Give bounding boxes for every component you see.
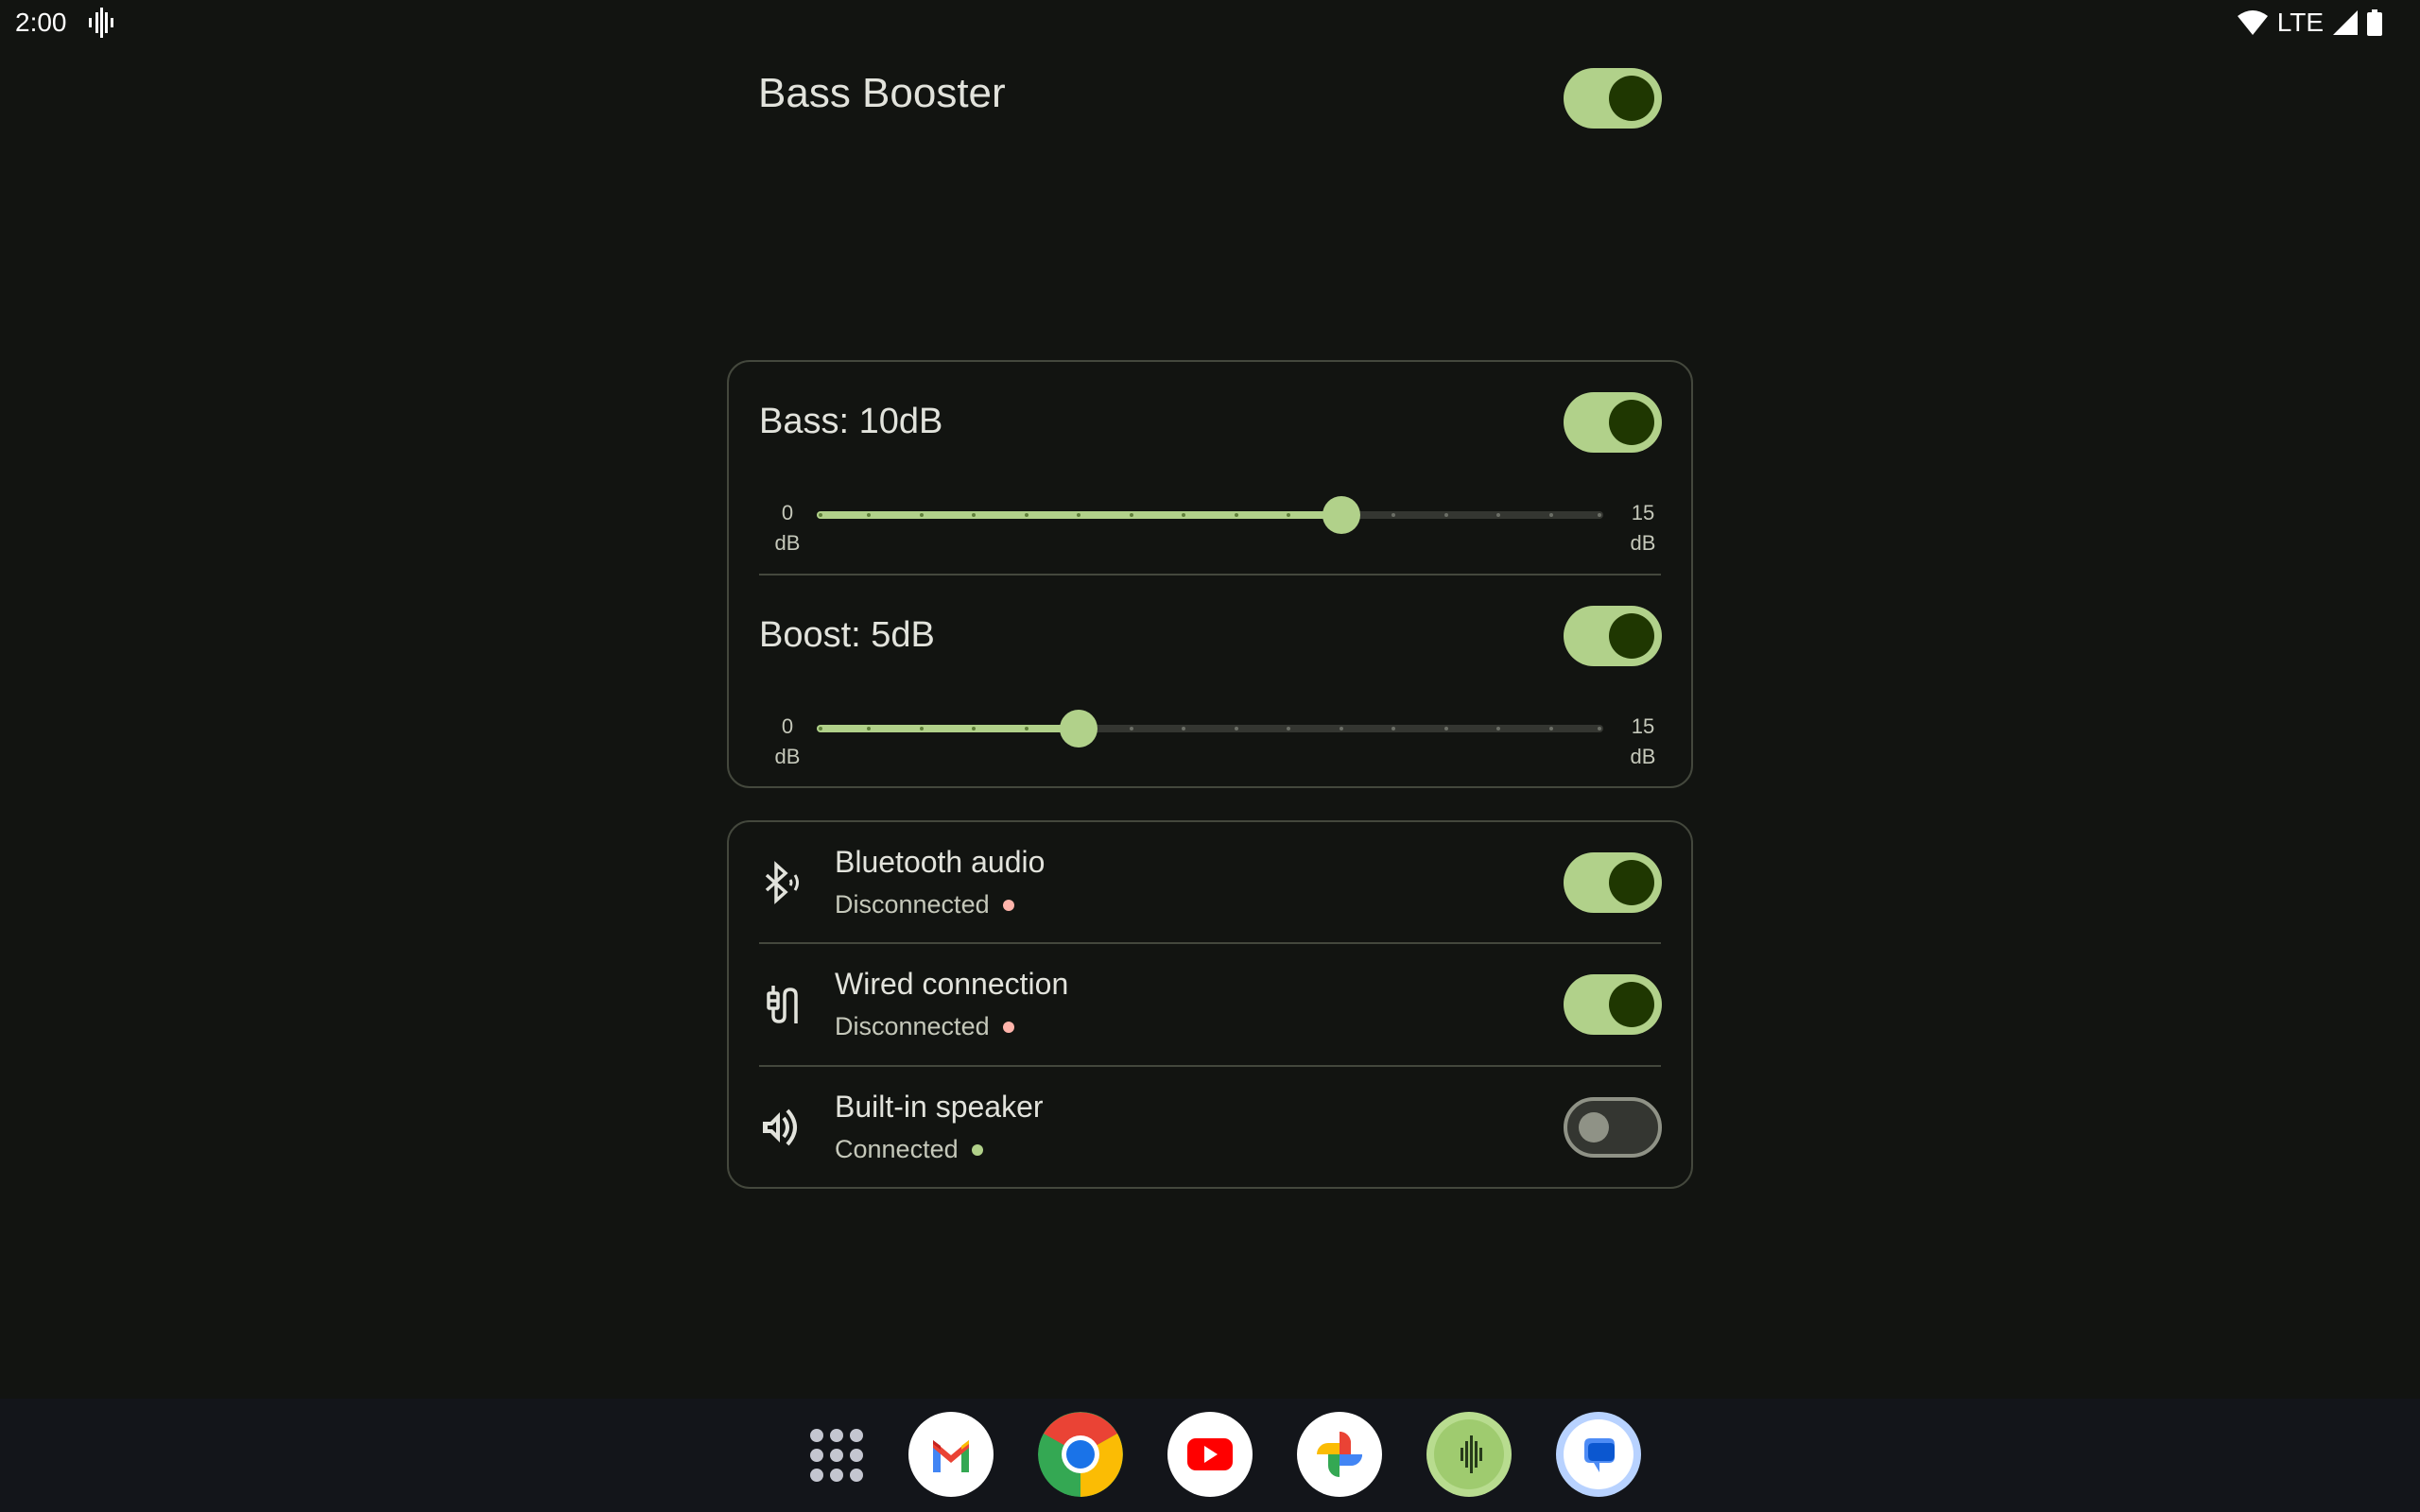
- wired-connection-switch[interactable]: [1564, 974, 1662, 1035]
- slider-tick: [1234, 727, 1238, 730]
- output-title: Built-in speaker: [835, 1090, 1044, 1124]
- switch-knob: [1609, 400, 1654, 445]
- slider-thumb[interactable]: [1060, 710, 1098, 747]
- status-time: 2:00: [15, 8, 67, 37]
- slider-fill: [817, 725, 1080, 732]
- status-dot: [1002, 899, 1014, 911]
- status-dot: [1002, 1021, 1014, 1033]
- chrome-app-icon[interactable]: [1038, 1412, 1123, 1497]
- bass-switch[interactable]: [1564, 392, 1662, 453]
- boost-max-label: 15 dB: [1630, 714, 1656, 768]
- bass-min-label: 0 dB: [774, 501, 801, 555]
- switch-knob: [1609, 982, 1654, 1027]
- bass-booster-master-switch[interactable]: [1564, 68, 1662, 129]
- slider-tick: [919, 727, 924, 730]
- output-row-wired[interactable]: Wired connection Disconnected: [729, 944, 1691, 1065]
- google-photos-app-icon[interactable]: [1297, 1412, 1382, 1497]
- output-status: Connected: [835, 1135, 983, 1164]
- network-type-label: LTE: [2276, 8, 2324, 37]
- switch-knob: [1609, 860, 1654, 905]
- taskbar-dock: [0, 1399, 2420, 1512]
- youtube-app-icon[interactable]: [1167, 1412, 1253, 1497]
- slider-tick: [1339, 727, 1343, 730]
- app-drawer-button[interactable]: [797, 1412, 882, 1497]
- slider-tick: [1129, 727, 1133, 730]
- boost-switch[interactable]: [1564, 606, 1662, 666]
- slider-tick: [1548, 727, 1553, 730]
- boost-label: Boost: 5dB: [759, 615, 935, 655]
- slider-tick: [819, 513, 822, 517]
- slider-tick: [819, 727, 822, 730]
- audio-waveform-icon: [89, 8, 113, 38]
- switch-knob: [1609, 613, 1654, 659]
- wifi-icon: [2237, 10, 2268, 35]
- status-icons: LTE: [2237, 8, 2382, 38]
- boost-min-label: 0 dB: [774, 714, 801, 768]
- slider-thumb[interactable]: [1322, 496, 1360, 534]
- slider-tick: [919, 513, 924, 517]
- status-bar: 2:00 LTE: [0, 0, 2420, 45]
- audio-output-card: Bluetooth audio Disconnected Wired conne…: [727, 820, 1693, 1189]
- slider-tick: [1129, 513, 1133, 517]
- equalizer-card: Bass: 10dB 0 dB 15 dB Boost: 5dB 0 dB 15 dB: [727, 360, 1693, 788]
- bass-booster-app-icon[interactable]: [1426, 1412, 1512, 1497]
- output-row-bluetooth[interactable]: Bluetooth audio Disconnected: [729, 822, 1691, 943]
- slider-tick: [1024, 513, 1028, 517]
- slider-tick: [1548, 513, 1553, 517]
- speaker-icon: [763, 1108, 797, 1146]
- divider: [759, 574, 1661, 576]
- bass-label: Bass: 10dB: [759, 402, 943, 441]
- battery-icon: [2367, 9, 2382, 36]
- slider-tick: [1024, 727, 1028, 730]
- cell-signal-icon: [2333, 10, 2358, 35]
- messages-app-icon[interactable]: [1556, 1412, 1641, 1497]
- page-title: Bass Booster: [758, 70, 1006, 116]
- built-in-speaker-switch[interactable]: [1564, 1097, 1662, 1158]
- wired-connection-icon: [767, 986, 798, 1023]
- bass-max-label: 15 dB: [1630, 501, 1656, 555]
- output-status: Disconnected: [835, 1012, 1014, 1041]
- bass-slider[interactable]: [817, 487, 1603, 543]
- slider-tick: [1443, 727, 1448, 730]
- slider-tick: [1598, 727, 1601, 730]
- output-row-speaker[interactable]: Built-in speaker Connected: [729, 1067, 1691, 1188]
- bluetooth-audio-icon: [765, 861, 799, 904]
- switch-knob: [1579, 1112, 1609, 1143]
- switch-knob: [1609, 76, 1654, 121]
- bluetooth-audio-switch[interactable]: [1564, 852, 1662, 913]
- slider-tick: [1598, 513, 1601, 517]
- status-dot: [971, 1143, 983, 1156]
- gmail-app-icon[interactable]: [908, 1412, 994, 1497]
- slider-tick: [1234, 513, 1238, 517]
- output-title: Wired connection: [835, 967, 1069, 1001]
- slider-tick: [1443, 513, 1448, 517]
- output-status: Disconnected: [835, 890, 1014, 919]
- output-title: Bluetooth audio: [835, 845, 1046, 879]
- boost-slider[interactable]: [817, 700, 1603, 757]
